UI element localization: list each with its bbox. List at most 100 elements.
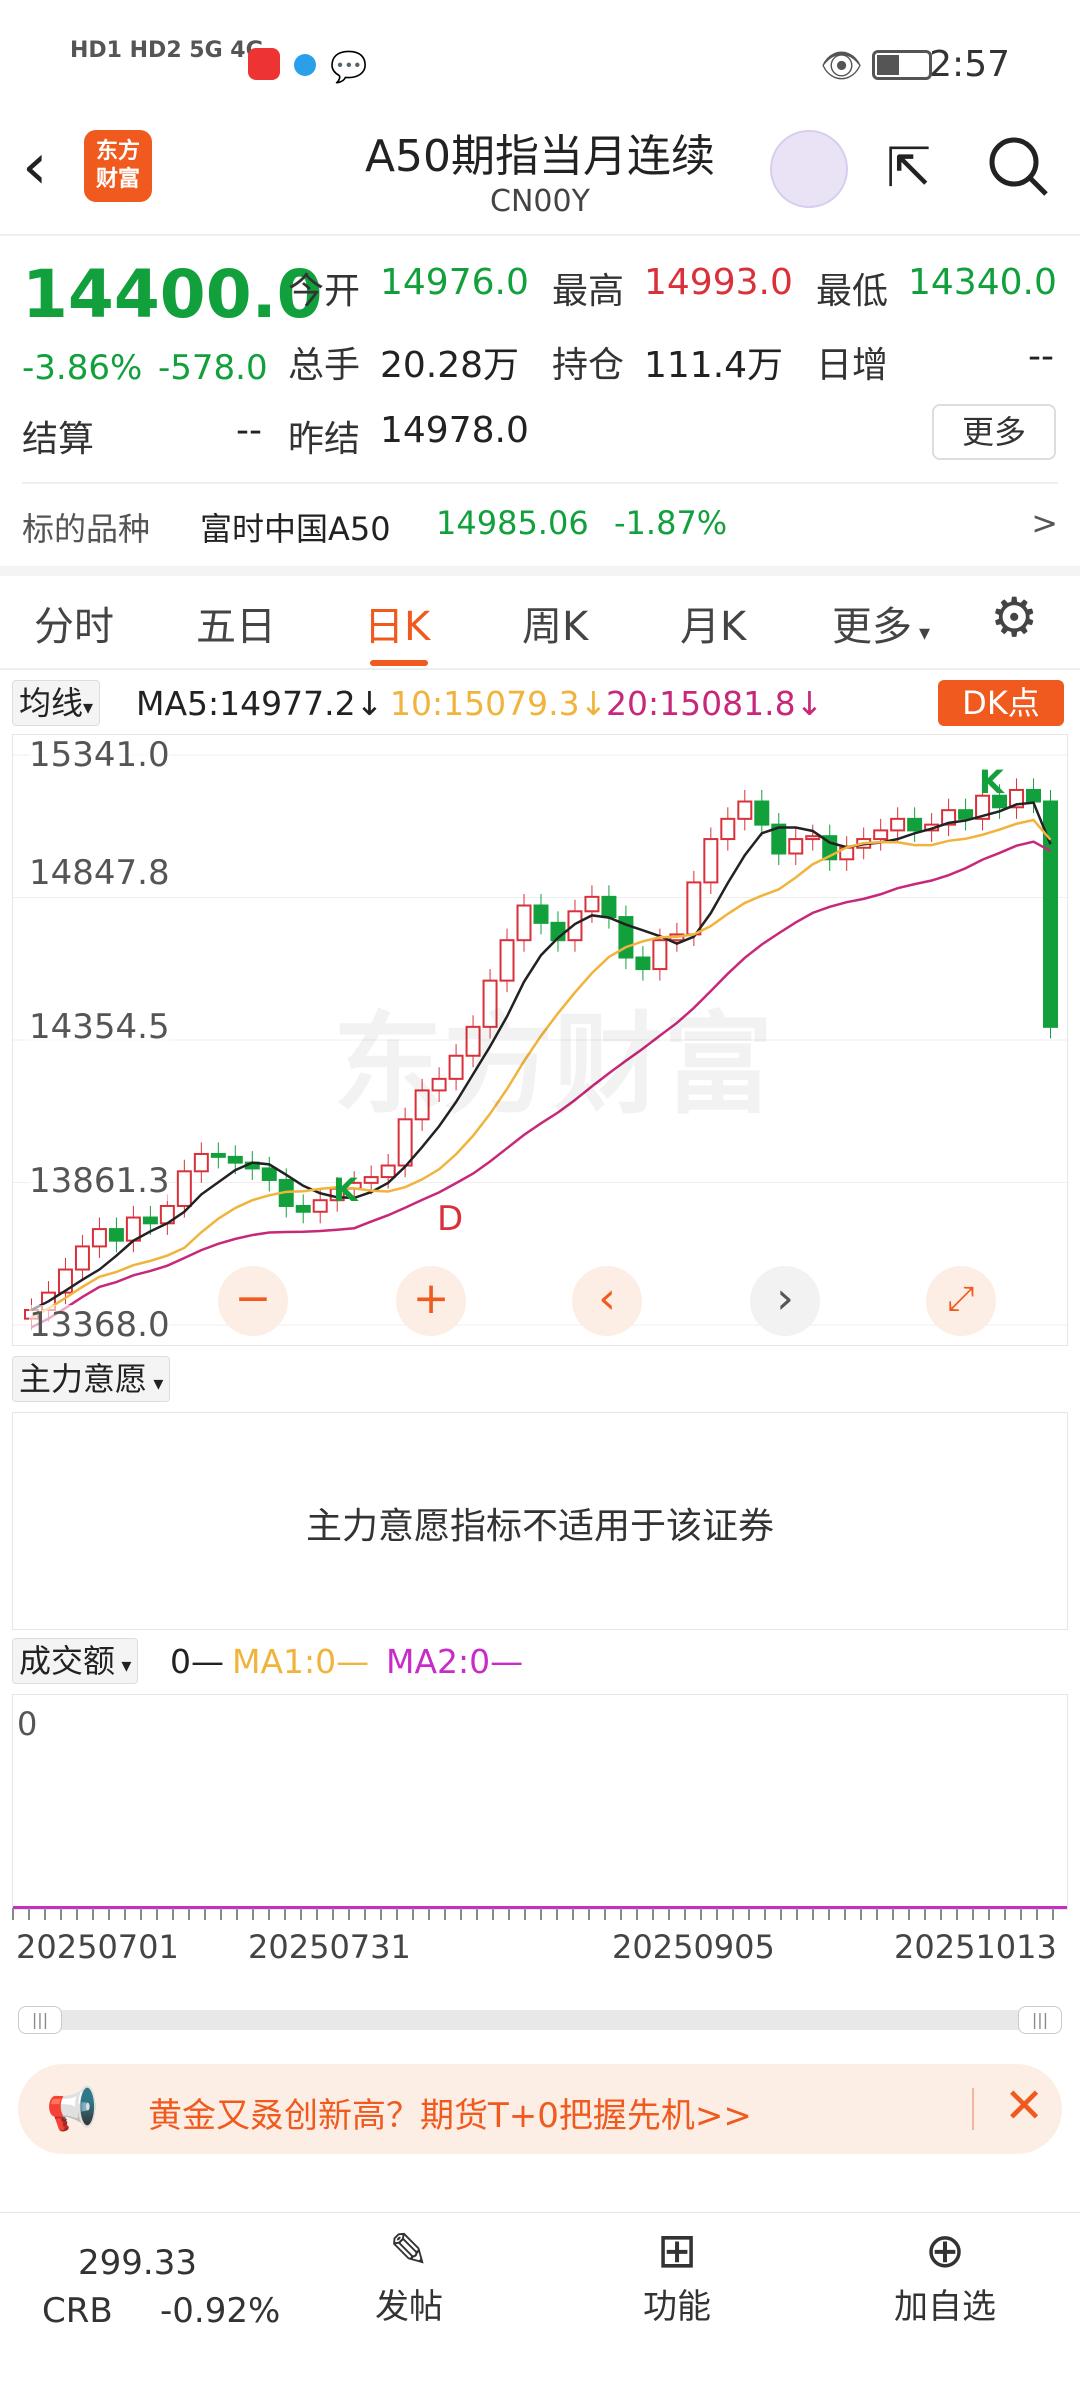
candle <box>1026 788 1042 803</box>
daily-inc-value: -- <box>1028 336 1054 377</box>
tab-weekly-k[interactable]: 周K <box>522 594 588 652</box>
add-watchlist-button[interactable]: ⊕ 加自选 <box>888 2223 1002 2328</box>
x-label-1: 20250701 <box>16 1928 179 1966</box>
indicator-message: 主力意愿指标不适用于该证券 <box>305 1506 774 1547</box>
underlying-label: 标的品种 <box>22 510 151 548</box>
gear-icon[interactable]: ⚙ <box>990 586 1038 649</box>
candle <box>261 1167 277 1181</box>
candle <box>703 838 719 884</box>
function-button[interactable]: ⊞ 功能 <box>642 2223 712 2328</box>
plus-circle-icon: ⊕ <box>924 2223 966 2279</box>
candle <box>805 835 821 841</box>
candle <box>754 800 770 826</box>
volume-ma1: MA1:0— <box>232 1642 370 1681</box>
crb-pct: -0.92% <box>160 2291 281 2331</box>
period-tabs: 分时 五日 日K 周K 月K 更多 ▾ ⚙ <box>0 560 1080 670</box>
kline-chart[interactable]: 东方财富 15341.0 14847.8 14354.5 13861.3 133… <box>12 734 1069 1346</box>
x-axis-ticks <box>12 1908 1068 1920</box>
share-icon[interactable]: ⇱ <box>886 136 931 199</box>
daily-inc-label: 日增 <box>816 345 889 386</box>
nav-bar: ‹ 东方 财富 A50期指当月连续 CN00Y ⇱ <box>0 118 1080 236</box>
crb-value[interactable]: 299.33 <box>78 2243 197 2283</box>
bubble-notification-icon <box>294 54 316 76</box>
candle <box>873 829 889 841</box>
close-icon[interactable]: ✕ <box>1004 2078 1044 2134</box>
settle-label: 结算 <box>22 419 95 460</box>
volume-value: 0— <box>170 1642 224 1681</box>
scroll-handle-left[interactable]: ||| <box>18 2006 62 2034</box>
underlying-name: 富时中国A50 <box>200 510 391 548</box>
search-icon[interactable] <box>986 134 1050 198</box>
active-tab-indicator <box>370 660 428 666</box>
x-label-2: 20250731 <box>248 1928 411 1966</box>
more-quote-button[interactable]: 更多 <box>932 404 1056 460</box>
k-signal-label-right: K <box>979 763 1004 801</box>
post-label: 发帖 <box>375 2287 443 2327</box>
y-label-bottom: 13368.0 <box>29 1305 170 1345</box>
zoom-out-button[interactable]: − <box>218 1266 288 1336</box>
chart-watermark: 东方财富 <box>333 1001 773 1129</box>
tab-intraday[interactable]: 分时 <box>34 594 114 652</box>
candle <box>584 895 600 913</box>
crb-label: CRB <box>42 2291 113 2331</box>
candle <box>788 838 804 855</box>
assistant-avatar[interactable] <box>770 130 848 208</box>
edit-icon: ✎ <box>388 2223 430 2279</box>
post-button[interactable]: ✎ 发帖 <box>374 2223 444 2328</box>
volume-selector[interactable]: 成交额 ▾ <box>12 1638 139 1684</box>
candle <box>227 1155 243 1164</box>
candle <box>635 956 651 971</box>
ma5-value: MA5:14977.2↓ <box>136 684 384 723</box>
pan-right-button[interactable]: › <box>750 1266 820 1336</box>
zoom-in-button[interactable]: + <box>396 1266 466 1336</box>
change-pct: -3.86% <box>22 348 143 388</box>
candle <box>890 817 906 832</box>
underlying-row[interactable]: 标的品种 富时中国A50 14985.06 -1.87% > <box>22 500 1058 550</box>
tab-more-label: 更多 <box>832 604 912 650</box>
pan-left-button[interactable]: ‹ <box>572 1266 642 1336</box>
scroll-handle-right[interactable]: ||| <box>1018 2006 1062 2034</box>
oi-label: 持仓 <box>552 345 625 386</box>
low-label: 最低 <box>816 271 889 312</box>
candle <box>516 904 532 942</box>
range-scrollbar[interactable]: ||| ||| <box>18 2006 1062 2034</box>
ma20-value: 20:15081.8↓ <box>606 684 824 723</box>
d-signal-label: D <box>437 1199 464 1239</box>
y-label-3: 14354.5 <box>29 1007 170 1047</box>
candle <box>907 817 923 832</box>
candle <box>176 1170 192 1207</box>
volume-ma2: MA2:0— <box>386 1642 524 1681</box>
candle <box>567 910 583 942</box>
high-value: 14993.0 <box>644 262 793 303</box>
candle <box>686 881 702 936</box>
candle <box>91 1228 107 1248</box>
underlying-pct: -1.87% <box>614 504 728 542</box>
candle <box>142 1216 158 1225</box>
underlying-price: 14985.06 <box>436 504 589 542</box>
low-value: 14340.0 <box>908 262 1057 303</box>
tab-five-day[interactable]: 五日 <box>196 594 276 652</box>
ma-selector[interactable]: 均线▾ <box>12 680 101 726</box>
signal-indicators: HD1 HD2 5G 4G <box>70 38 264 63</box>
candle <box>720 817 736 841</box>
indicator-selector[interactable]: 主力意愿 ▾ <box>12 1356 171 1402</box>
grid-icon: ⊞ <box>656 2223 698 2279</box>
tab-daily-k[interactable]: 日K <box>364 594 430 652</box>
tab-monthly-k[interactable]: 月K <box>680 594 746 652</box>
tab-more[interactable]: 更多 ▾ <box>832 594 930 652</box>
open-label: 今开 <box>288 271 361 312</box>
dk-point-button[interactable]: DK点 <box>938 680 1064 726</box>
clock: 2:57 <box>929 44 1010 85</box>
candle <box>210 1152 226 1158</box>
prev-settle-label: 昨结 <box>288 419 361 460</box>
status-bar: HD1 HD2 5G 4G 💬 👁 2:57 <box>0 0 1080 118</box>
candle <box>363 1176 379 1184</box>
volume-axis-zero: 0 <box>17 1705 38 1743</box>
y-label-2: 14847.8 <box>29 853 170 893</box>
x-label-4: 20251013 <box>894 1928 1057 1966</box>
indicator-panel: 主力意愿指标不适用于该证券 <box>12 1412 1068 1630</box>
battery-icon <box>872 50 932 80</box>
promo-banner[interactable]: 📢 黄金又叒创新高？期货T+0把握先机>> ✕ <box>18 2064 1062 2154</box>
expand-button[interactable]: ⤢ <box>926 1266 996 1336</box>
candle <box>533 904 549 924</box>
